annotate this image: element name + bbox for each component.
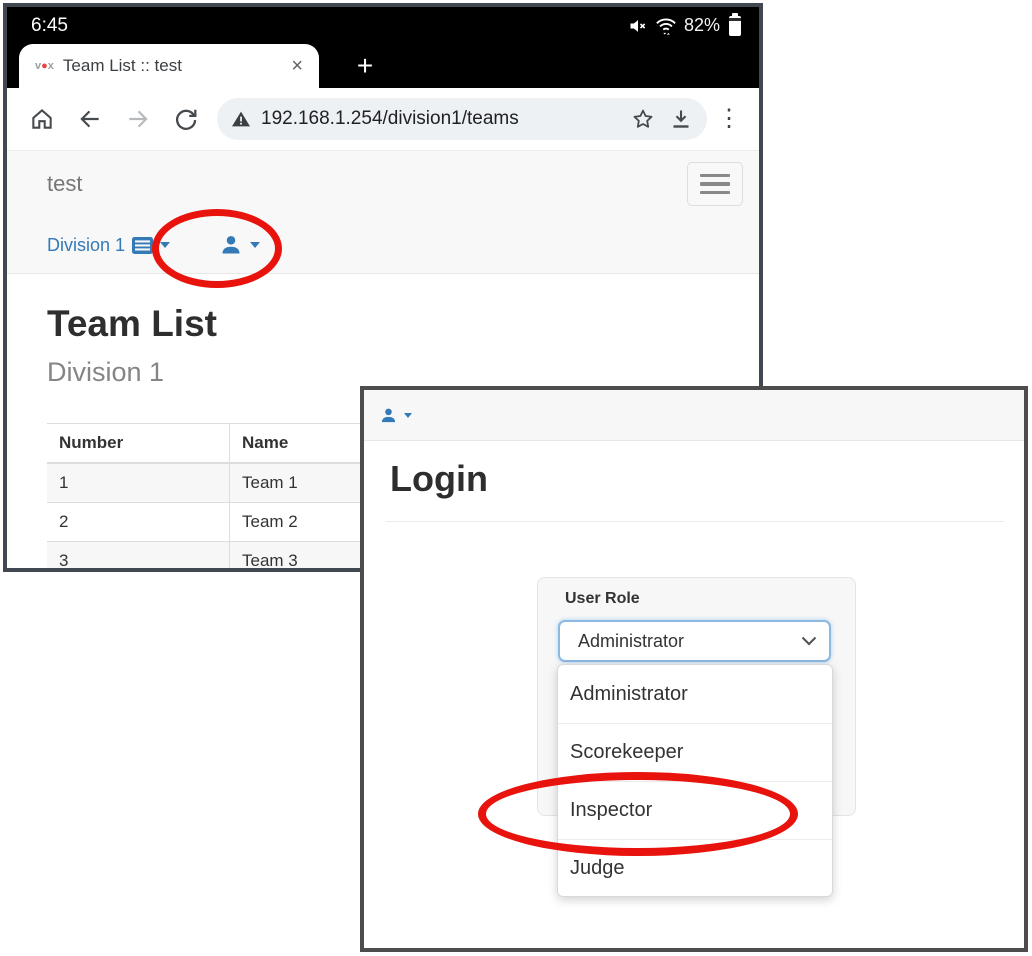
page-title: Team List — [47, 302, 759, 346]
chevron-down-icon — [404, 413, 412, 418]
user-role-label: User Role — [565, 590, 640, 608]
site-brand[interactable]: test — [47, 171, 687, 197]
annotated-tutorial-image: 6:45 82% v●x Team List :: test × + — [0, 0, 1032, 956]
user-dropdown[interactable] — [380, 407, 412, 424]
team-number-cell: 1 — [47, 463, 230, 503]
site-favicon-icon: v●x — [35, 60, 54, 72]
column-header-number: Number — [47, 424, 230, 464]
role-option-administrator[interactable]: Administrator — [558, 665, 832, 723]
division-label: Division 1 — [47, 235, 125, 256]
site-header: test — [7, 150, 759, 217]
browser-tab[interactable]: v●x Team List :: test × — [19, 44, 319, 88]
wifi-icon — [655, 16, 677, 36]
screenshot-login: Login User Role Administrator Administra… — [360, 386, 1028, 952]
security-warning-icon[interactable] — [231, 110, 251, 128]
page-subtitle: Division 1 — [47, 357, 759, 387]
home-icon[interactable] — [27, 104, 57, 134]
user-role-select[interactable]: Administrator — [558, 620, 831, 662]
annotation-circle-inspector-option — [478, 772, 798, 856]
reload-icon[interactable] — [171, 104, 201, 134]
battery-icon — [729, 16, 741, 36]
forward-icon[interactable] — [123, 104, 153, 134]
url-text[interactable]: 192.168.1.254/division1/teams — [261, 108, 621, 130]
login-subnav — [364, 390, 1024, 441]
tab-title: Team List :: test — [63, 56, 285, 76]
url-bar[interactable]: 192.168.1.254/division1/teams — [217, 98, 707, 140]
table-list-icon — [132, 237, 153, 254]
back-icon[interactable] — [75, 104, 105, 134]
user-icon — [380, 407, 397, 424]
team-number-cell: 3 — [47, 542, 230, 573]
divider — [386, 521, 1004, 522]
android-status-bar: 6:45 82% — [7, 7, 759, 44]
browser-tab-strip: v●x Team List :: test × + — [7, 44, 759, 88]
tab-close-icon[interactable]: × — [285, 55, 309, 78]
login-title: Login — [390, 457, 1024, 501]
browser-toolbar: 192.168.1.254/division1/teams ⋮ — [7, 88, 759, 150]
bookmark-star-icon[interactable] — [631, 107, 655, 131]
battery-percent: 82% — [684, 15, 720, 36]
select-chevron-icon — [801, 636, 817, 646]
hamburger-menu-button[interactable] — [687, 162, 743, 206]
team-number-cell: 2 — [47, 503, 230, 542]
site-subnav: Division 1 — [7, 217, 759, 274]
volume-muted-icon — [628, 16, 648, 36]
browser-menu-icon[interactable]: ⋮ — [713, 107, 745, 131]
download-icon[interactable] — [669, 107, 693, 131]
annotation-circle-user-menu — [152, 209, 282, 288]
status-time: 6:45 — [31, 15, 68, 37]
new-tab-button[interactable]: + — [343, 44, 387, 88]
selected-role-value: Administrator — [578, 631, 801, 652]
